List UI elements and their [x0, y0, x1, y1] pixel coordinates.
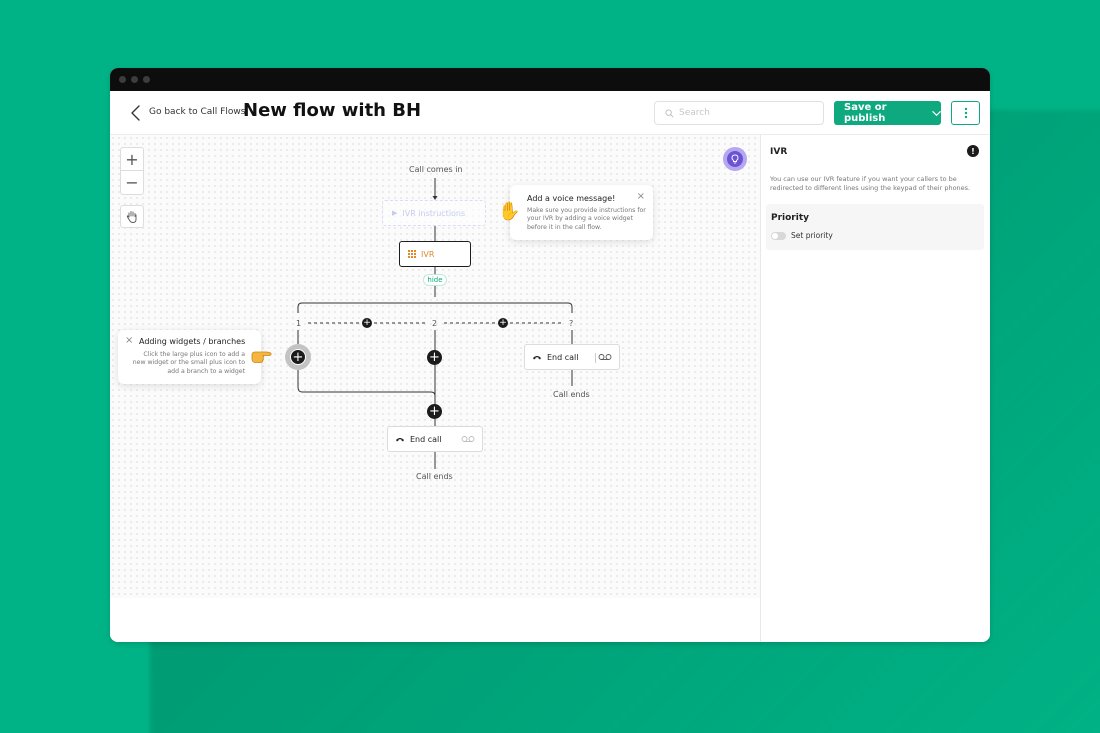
search-input[interactable]: [679, 108, 809, 118]
more-vertical-icon: [964, 107, 967, 119]
plus-icon: +: [363, 318, 371, 328]
set-priority-label: Set priority: [791, 231, 833, 240]
end-call-label: End call: [547, 352, 579, 362]
plus-icon: +: [499, 318, 507, 328]
voicemail-icon: [461, 436, 475, 442]
play-icon: ▶: [392, 209, 398, 217]
add-widget-highlight: +: [285, 344, 311, 370]
set-priority-toggle[interactable]: [771, 232, 786, 240]
end-call-widget-main[interactable]: End call: [387, 426, 483, 452]
add-branch-button-1[interactable]: +: [362, 318, 372, 328]
close-icon[interactable]: ×: [125, 335, 133, 346]
tooltip-body: Click the large plus icon to add a new w…: [132, 351, 245, 375]
waving-hand-icon: ✋: [498, 201, 521, 222]
phone-hangup-icon: [533, 356, 541, 360]
ivr-instructions-label: IVR instructions: [402, 208, 466, 218]
app-window: Go back to Call Flows New flow with BH S…: [110, 68, 990, 642]
search-box[interactable]: [654, 101, 824, 125]
branch-label-1: 1: [296, 319, 302, 328]
plus-icon: +: [429, 404, 440, 419]
save-or-publish-button[interactable]: Save or publish: [834, 101, 941, 125]
title-bar: [110, 68, 990, 91]
add-branch-button-2[interactable]: +: [498, 318, 508, 328]
chevron-down-icon: [932, 110, 941, 116]
window-dot-close[interactable]: [119, 76, 126, 83]
properties-panel: IVR ! You can use our IVR feature if you…: [760, 135, 990, 642]
voicemail-icon: [598, 354, 612, 360]
branch-label-unknown: ?: [569, 319, 574, 328]
add-widget-button-main[interactable]: +: [427, 404, 442, 419]
window-dot-minimize[interactable]: [131, 76, 138, 83]
plus-icon: +: [292, 349, 304, 365]
window-dot-maximize[interactable]: [143, 76, 150, 83]
chevron-left-icon[interactable]: [128, 104, 144, 122]
flow-canvas[interactable]: + − Call comes in ▶ IVR instructions IVR…: [110, 135, 760, 642]
add-widget-button-2[interactable]: +: [427, 350, 442, 365]
keypad-icon: [408, 250, 416, 258]
priority-card: Priority Set priority: [766, 204, 984, 250]
priority-title: Priority: [771, 213, 809, 223]
end-call-widget-branch[interactable]: End call: [524, 344, 620, 370]
branch-label-2: 2: [432, 319, 438, 328]
tooltip-title: Adding widgets / branches: [139, 337, 246, 346]
pointing-hand-icon: [251, 351, 272, 363]
tooltip-body: Make sure you provide instructions for y…: [527, 207, 646, 231]
panel-description: You can use our IVR feature if you want …: [770, 175, 971, 193]
page-header: Go back to Call Flows New flow with BH S…: [110, 91, 990, 135]
info-icon[interactable]: !: [967, 145, 979, 157]
close-icon[interactable]: ×: [637, 191, 645, 202]
call-ends-label-branch: Call ends: [553, 390, 590, 399]
ivr-widget[interactable]: IVR: [399, 241, 471, 267]
publish-label: Save or publish: [844, 102, 887, 124]
search-icon: [665, 108, 674, 117]
page-title: New flow with BH: [243, 100, 422, 121]
more-options-button[interactable]: [951, 101, 980, 125]
panel-title: IVR: [770, 147, 788, 157]
ivr-instructions-placeholder[interactable]: ▶ IVR instructions: [382, 200, 486, 226]
plus-icon: +: [429, 350, 440, 365]
adding-widgets-tooltip: × Adding widgets / branches Click the la…: [118, 330, 261, 384]
end-call-label: End call: [410, 434, 442, 444]
tooltip-title: Add a voice message!: [527, 194, 616, 203]
add-widget-button-1[interactable]: +: [290, 349, 306, 365]
hide-branches-button[interactable]: hide: [423, 274, 447, 286]
phone-hangup-icon: [396, 438, 404, 442]
call-ends-label-main: Call ends: [416, 472, 453, 481]
call-comes-in-label: Call comes in: [409, 165, 463, 174]
back-link[interactable]: Go back to Call Flows: [149, 107, 245, 117]
ivr-label: IVR: [421, 249, 435, 259]
voice-message-tooltip: Add a voice message! × Make sure you pro…: [510, 185, 653, 240]
separator: [595, 353, 596, 363]
